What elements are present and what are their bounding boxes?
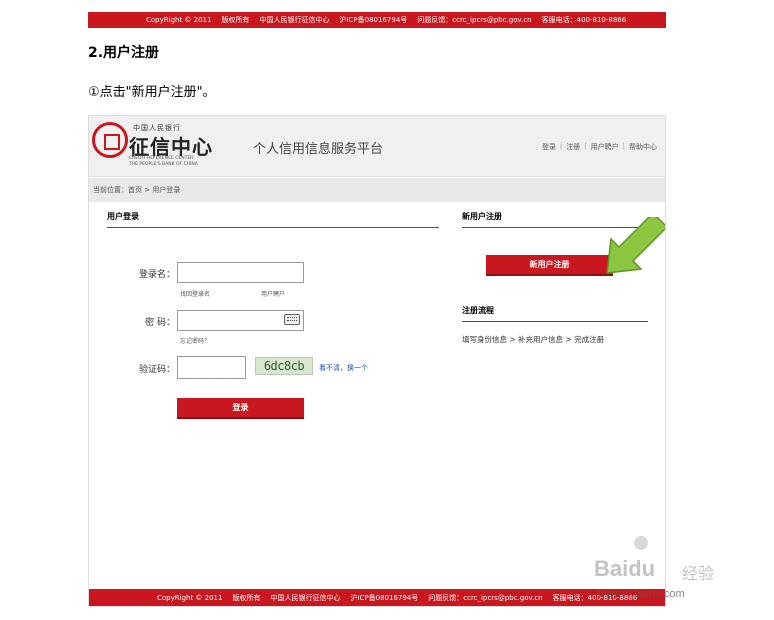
nav-login-link[interactable]: 登录 bbox=[542, 142, 556, 152]
article-heading: 2.用户注册 bbox=[88, 45, 160, 61]
bottom-footer-bar: CopyRight © 2011 版权所有 中国人民银行征信中心 沪ICP备08… bbox=[89, 589, 665, 606]
org-text: 中国人民银行征信中心 bbox=[270, 593, 341, 602]
captcha-label: 验证码： bbox=[138, 365, 175, 375]
nav-help-link[interactable]: 帮助中心 bbox=[629, 142, 657, 152]
breadcrumb: 当前位置：首页 > 用户登录 bbox=[89, 178, 665, 202]
baidu-paw-icon bbox=[634, 536, 648, 550]
user-account-link[interactable]: 用户聘户 bbox=[261, 289, 285, 298]
rights-text: 版权所有 bbox=[232, 593, 261, 602]
article-step: ①点击"新用户注册"。 bbox=[88, 85, 216, 100]
login-divider bbox=[107, 227, 439, 228]
hotline-text: 客服电话：400-810-8866 bbox=[541, 16, 627, 24]
keyboard-icon[interactable] bbox=[284, 314, 300, 325]
embedded-screenshot: 中国人民银行 征信中心 CREDIT REFERENCE CENTER THE … bbox=[88, 115, 666, 607]
feedback-text: 问题反馈：ccrc_ipcrs@pbc.gov.cn bbox=[417, 16, 532, 24]
username-label: 登录名： bbox=[138, 270, 175, 280]
captcha-input[interactable] bbox=[177, 356, 246, 379]
flow-divider bbox=[462, 321, 648, 322]
org-text: 中国人民银行征信中心 bbox=[259, 16, 330, 24]
register-flow-title: 注册流程 bbox=[462, 306, 494, 315]
watermark-jingyan: 经验 bbox=[682, 566, 715, 583]
green-arrow-icon bbox=[606, 217, 665, 274]
captcha-image[interactable]: 6dc8cb bbox=[255, 357, 313, 375]
feedback-text: 问题反馈：ccrc_ipcrs@pbc.gov.cn bbox=[428, 593, 543, 602]
site-header: 中国人民银行 征信中心 CREDIT REFERENCE CENTER THE … bbox=[89, 116, 665, 177]
nav-account-link[interactable]: 用户聘户 bbox=[591, 142, 619, 152]
captcha-refresh-link[interactable]: 看不清，换一个 bbox=[319, 363, 368, 373]
platform-title: 个人信用信息服务平台 bbox=[253, 142, 384, 157]
find-login-name-link[interactable]: 找回登录名 bbox=[180, 289, 210, 298]
logo-english-line1: CREDIT REFERENCE CENTER bbox=[129, 156, 194, 161]
top-footer-bar: CopyRight © 2011 版权所有 中国人民银行征信中心 沪ICP备08… bbox=[88, 12, 666, 28]
watermark-url: jingyan.baidu.com bbox=[596, 588, 685, 600]
login-section-title: 用户登录 bbox=[107, 212, 139, 221]
nav-register-link[interactable]: 注册 bbox=[566, 142, 580, 152]
icp-text: 沪ICP备08016794号 bbox=[350, 593, 419, 602]
icp-text: 沪ICP备08016794号 bbox=[339, 16, 408, 24]
new-user-register-button[interactable]: 新用户注册 bbox=[486, 255, 613, 276]
password-input[interactable] bbox=[177, 310, 304, 331]
breadcrumb-text: 当前位置：首页 > 用户登录 bbox=[93, 186, 181, 194]
rights-text: 版权所有 bbox=[221, 16, 250, 24]
watermark-brand: Baidu bbox=[594, 556, 656, 581]
copyright-text: CopyRight © 2011 bbox=[157, 593, 223, 602]
login-button[interactable]: 登录 bbox=[177, 398, 304, 419]
register-section-title: 新用户注册 bbox=[462, 212, 502, 221]
username-input[interactable] bbox=[177, 262, 304, 283]
forgot-password-link[interactable]: 忘记密码？ bbox=[180, 336, 210, 345]
logo-english-line2: THE PEOPLE'S BANK OF CHINA bbox=[129, 162, 198, 167]
credit-center-logo-icon bbox=[92, 122, 128, 158]
copyright-text: CopyRight © 2011 bbox=[146, 16, 212, 24]
password-label: 密 码： bbox=[145, 318, 175, 328]
register-flow-text: 填写身份信息 > 补充用户信息 > 完成注册 bbox=[462, 335, 605, 344]
top-nav-links: 登录 | 注册 | 用户聘户 | 帮助中心 bbox=[541, 142, 657, 152]
